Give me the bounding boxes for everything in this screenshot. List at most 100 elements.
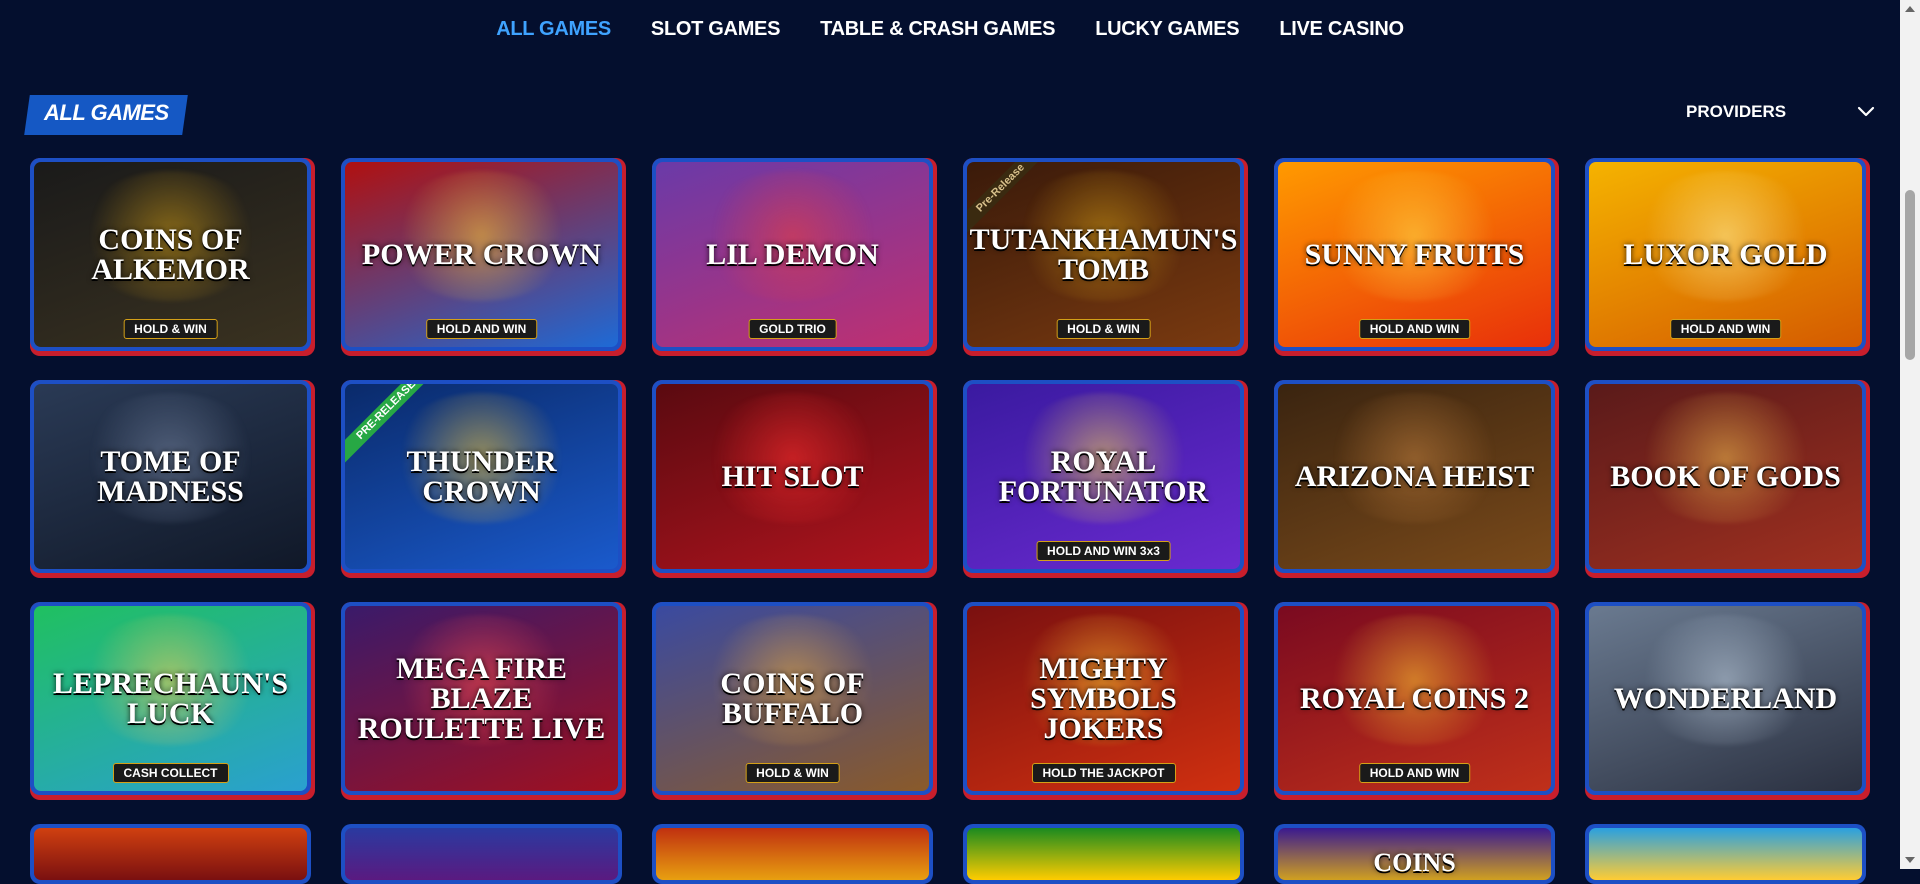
game-artwork: Tome of Madness [34, 384, 307, 569]
game-tile[interactable]: Lil Demon GOLD TRIO [652, 158, 937, 356]
chevron-down-icon [1858, 106, 1875, 117]
game-tile[interactable]: Luxor Gold HOLD AND WIN [1585, 158, 1870, 356]
game-title: Leprechaun's Luck [52, 666, 289, 730]
game-title: Royal Coins 2 [1300, 681, 1529, 715]
game-title: Coins of Buffalo [720, 666, 865, 730]
artwork-glow [1318, 393, 1511, 523]
game-tile[interactable]: Sunny Fruits HOLD AND WIN [1274, 158, 1559, 356]
game-title: Book of Gods [1610, 459, 1841, 493]
scroll-down-arrow-icon[interactable] [1905, 857, 1915, 863]
game-title: Tutankhamun's Tomb [969, 222, 1238, 286]
game-tile[interactable]: Coins of Buffalo HOLD & WIN [652, 602, 937, 800]
providers-dropdown[interactable]: PROVIDERS [1686, 102, 1876, 122]
tile-border: Royal Fortunator HOLD AND WIN 3x3 [963, 380, 1244, 573]
game-tile[interactable]: Leprechaun's Luck CASH COLLECT [30, 602, 315, 800]
game-tile[interactable]: Mighty Symbols Jokers HOLD THE JACKPOT [963, 602, 1248, 800]
game-tile[interactable]: Wonderland [1585, 602, 1870, 800]
tile-border [1585, 824, 1866, 884]
scrollbar-thumb[interactable] [1905, 190, 1915, 360]
game-tag: HOLD THE JACKPOT [1031, 763, 1176, 783]
game-artwork: Thunder Crown PRE-RELEASE [345, 384, 618, 569]
game-title: COINS [1373, 848, 1456, 877]
game-artwork: Mega Fire Blaze Roulette Live [345, 606, 618, 791]
game-title: Tome of Madness [97, 444, 244, 508]
game-artwork: Royal Fortunator HOLD AND WIN 3x3 [967, 384, 1240, 569]
game-title: Mega Fire Blaze Roulette Live [357, 651, 606, 745]
tile-border: COINS [1274, 824, 1555, 884]
game-artwork: Luxor Gold HOLD AND WIN [1589, 162, 1862, 347]
game-tile[interactable]: Mega Fire Blaze Roulette Live [341, 602, 626, 800]
game-tile[interactable]: Thunder Crown PRE-RELEASE [341, 380, 626, 578]
game-artwork: Sunny Fruits HOLD AND WIN [1278, 162, 1551, 347]
tile-border: Luxor Gold HOLD AND WIN [1585, 158, 1866, 351]
nav-live-casino[interactable]: LIVE CASINO [1279, 18, 1404, 41]
game-artwork: Coins of Alkemor HOLD & WIN [34, 162, 307, 347]
nav-lucky-games[interactable]: LUCKY GAMES [1095, 18, 1239, 41]
game-tile[interactable]: COINS [1274, 824, 1559, 884]
game-tag: HOLD AND WIN [1358, 763, 1471, 783]
game-title: Power Crown [361, 237, 602, 271]
game-tag: HOLD AND WIN [1358, 319, 1471, 339]
game-tag: HOLD & WIN [123, 319, 218, 339]
game-tile[interactable]: Tome of Madness [30, 380, 315, 578]
game-title: Coins of Alkemor [91, 222, 250, 286]
game-artwork: Hit Slot [656, 384, 929, 569]
game-artwork [1589, 828, 1862, 880]
game-artwork: Arizona Heist [1278, 384, 1551, 569]
game-artwork: Lil Demon GOLD TRIO [656, 162, 929, 347]
game-tile[interactable] [341, 824, 626, 884]
tile-border: Lil Demon GOLD TRIO [652, 158, 933, 351]
game-tag: HOLD & WIN [745, 763, 840, 783]
game-tag: HOLD AND WIN [1669, 319, 1782, 339]
artwork-glow [696, 171, 889, 301]
game-tile[interactable] [963, 824, 1248, 884]
game-tag: CASH COLLECT [112, 763, 229, 783]
game-artwork: Tutankhamun's Tomb HOLD & WIN Pre-Release [967, 162, 1240, 347]
game-artwork: Mighty Symbols Jokers HOLD THE JACKPOT [967, 606, 1240, 791]
tile-border: Thunder Crown PRE-RELEASE [341, 380, 622, 573]
tile-border [652, 824, 933, 884]
game-artwork: Royal Coins 2 HOLD AND WIN [1278, 606, 1551, 791]
game-title: Mighty Symbols Jokers [1030, 651, 1177, 745]
game-artwork [656, 828, 929, 880]
tile-border: Arizona Heist [1274, 380, 1555, 573]
scrollbar[interactable] [1900, 0, 1920, 869]
tile-border: Mighty Symbols Jokers HOLD THE JACKPOT [963, 602, 1244, 795]
nav-slot-games[interactable]: SLOT GAMES [651, 18, 781, 41]
game-tile[interactable]: Royal Fortunator HOLD AND WIN 3x3 [963, 380, 1248, 578]
tile-border [30, 824, 311, 884]
game-title: Hit Slot [721, 459, 864, 493]
game-artwork: Book of Gods [1589, 384, 1862, 569]
tile-border: Leprechaun's Luck CASH COLLECT [30, 602, 311, 795]
nav-table-crash-games[interactable]: TABLE & CRASH GAMES [820, 18, 1055, 41]
game-tile[interactable]: Tutankhamun's Tomb HOLD & WIN Pre-Release [963, 158, 1248, 356]
game-title: Lil Demon [706, 237, 879, 271]
game-title: Arizona Heist [1294, 459, 1535, 493]
scroll-up-arrow-icon[interactable] [1905, 6, 1915, 12]
game-tag: HOLD AND WIN 3x3 [1036, 541, 1171, 561]
game-artwork: Wonderland [1589, 606, 1862, 791]
game-tile[interactable] [652, 824, 937, 884]
game-tile[interactable] [1585, 824, 1870, 884]
tile-border: Book of Gods [1585, 380, 1866, 573]
tile-border: Mega Fire Blaze Roulette Live [341, 602, 622, 795]
game-tile[interactable]: Book of Gods [1585, 380, 1870, 578]
game-artwork: Coins of Buffalo HOLD & WIN [656, 606, 929, 791]
game-tile[interactable]: Hit Slot [652, 380, 937, 578]
game-artwork [345, 828, 618, 880]
game-tile[interactable]: Power Crown HOLD AND WIN [341, 158, 626, 356]
artwork-glow [1318, 171, 1511, 301]
tile-border: Coins of Buffalo HOLD & WIN [652, 602, 933, 795]
game-tile[interactable]: Coins of Alkemor HOLD & WIN [30, 158, 315, 356]
artwork-glow [1629, 171, 1822, 301]
game-artwork [34, 828, 307, 880]
tile-border: Power Crown HOLD AND WIN [341, 158, 622, 351]
providers-label: PROVIDERS [1686, 102, 1787, 121]
game-tile[interactable]: Arizona Heist [1274, 380, 1559, 578]
game-title: Wonderland [1613, 681, 1838, 715]
game-tile[interactable]: Royal Coins 2 HOLD AND WIN [1274, 602, 1559, 800]
tile-border: Coins of Alkemor HOLD & WIN [30, 158, 311, 351]
game-tile[interactable] [30, 824, 315, 884]
nav-all-games[interactable]: ALL GAMES [496, 18, 611, 41]
game-artwork: COINS [1278, 828, 1551, 880]
